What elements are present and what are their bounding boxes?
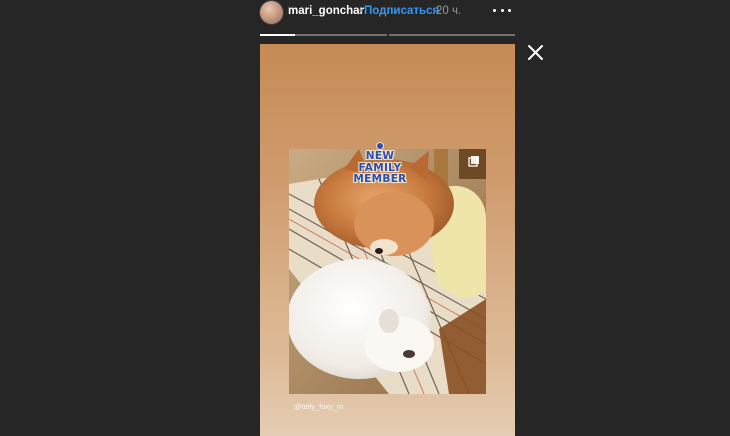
story-frame[interactable]: NEW FAMILY MEMBER @telly_foxy_m — [260, 44, 515, 436]
story-header: mari_gonchar • Подписаться 20 ч. — [259, 0, 515, 34]
close-icon[interactable] — [527, 44, 544, 61]
sticker-dot — [376, 142, 384, 150]
username[interactable]: mari_gonchar — [288, 5, 364, 17]
new-family-member-sticker: NEW FAMILY MEMBER — [351, 142, 409, 190]
mention-tag[interactable]: @telly_foxy_m — [294, 402, 343, 411]
sticker-line-3: MEMBER — [353, 173, 407, 185]
story-progress — [260, 34, 515, 36]
progress-fill — [260, 34, 296, 36]
more-horizontal-icon[interactable] — [493, 3, 511, 17]
follow-button[interactable]: Подписаться — [364, 5, 439, 17]
separator-dot: • — [359, 5, 363, 17]
avatar[interactable] — [259, 0, 284, 25]
sticker-line-1: NEW — [365, 150, 395, 162]
progress-segment — [260, 34, 387, 36]
timestamp: 20 ч. — [436, 5, 462, 17]
progress-segment — [388, 34, 515, 36]
